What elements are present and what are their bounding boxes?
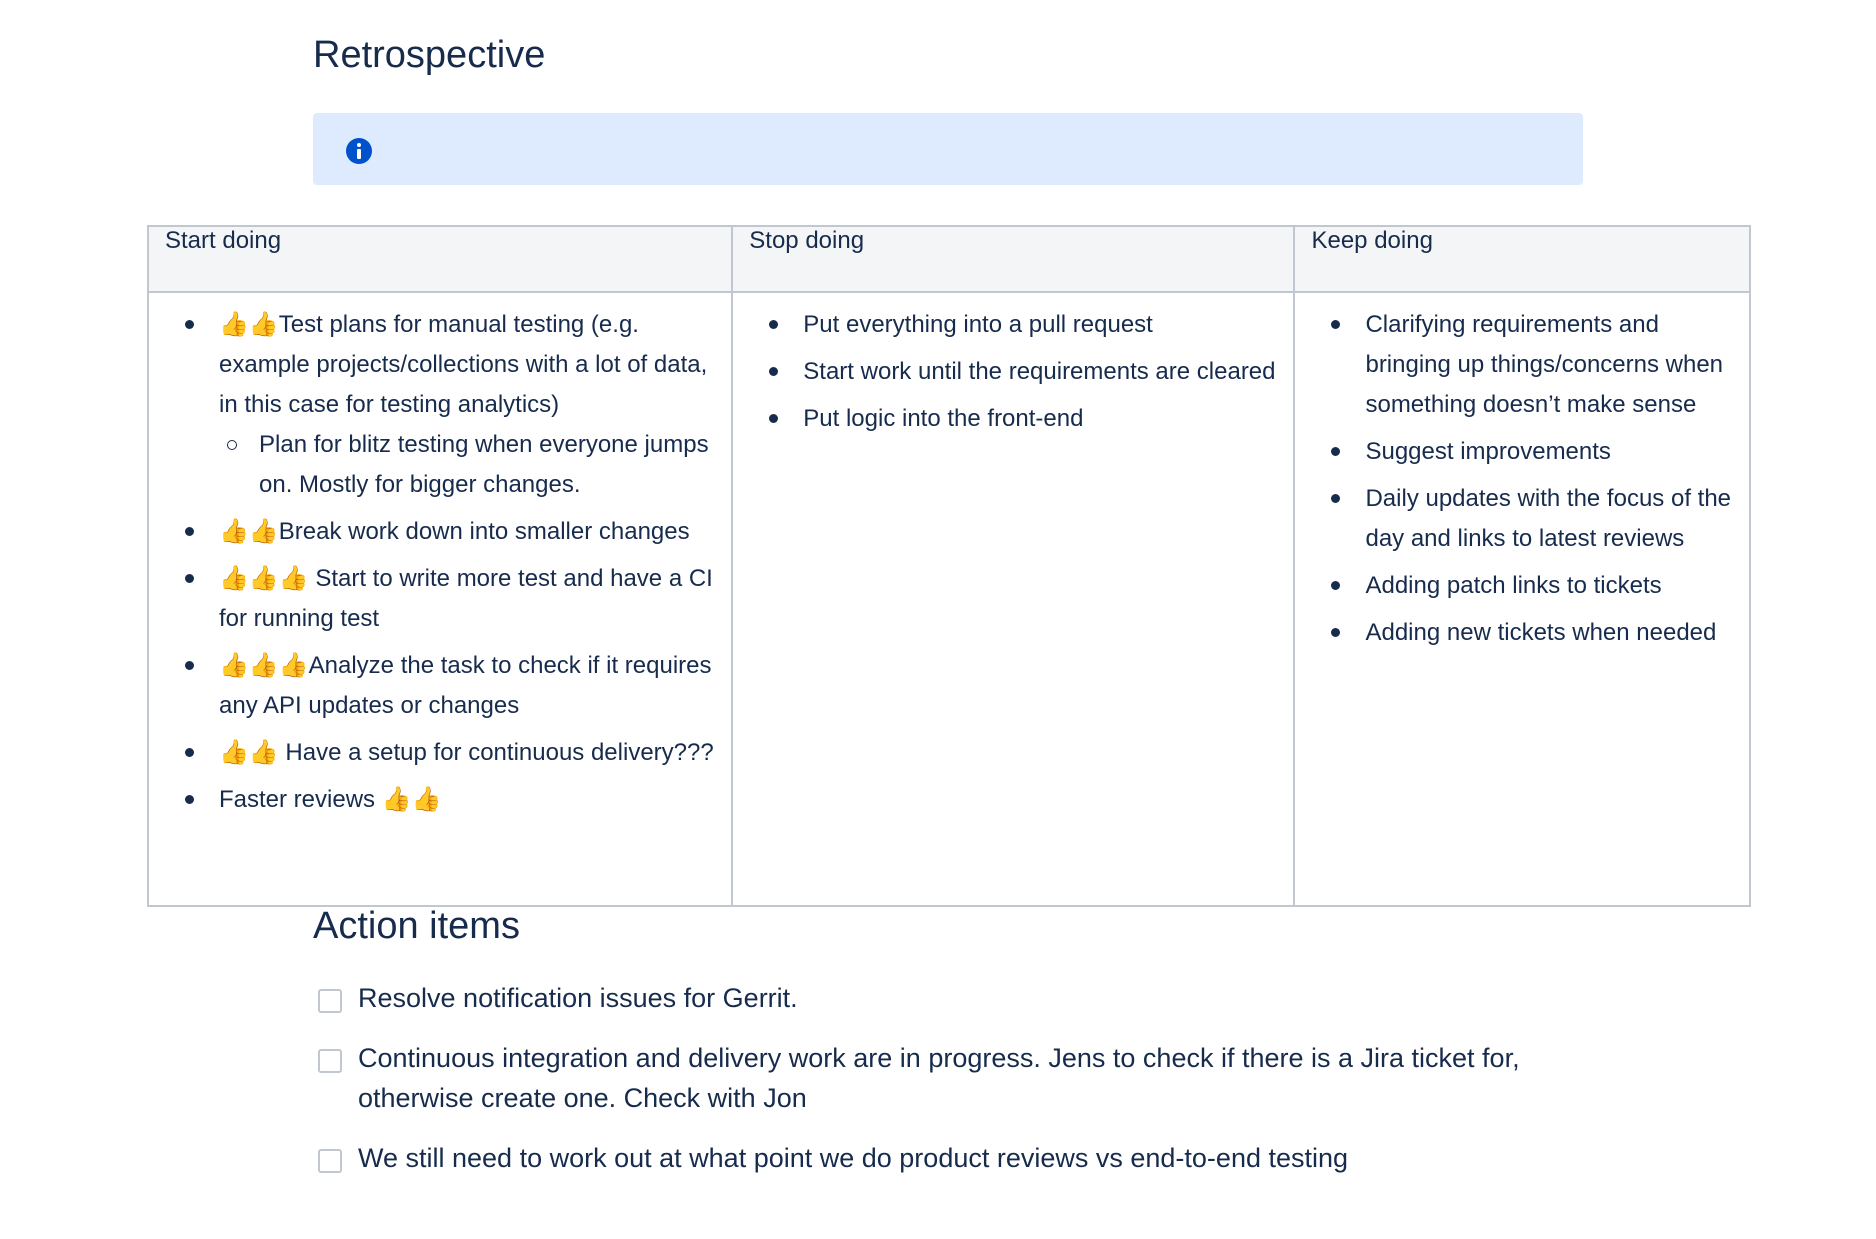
sub-list: Plan for blitz testing when everyone jum… [219, 425, 715, 505]
keep-doing-cell: Clarifying requirements and bringing up … [1293, 291, 1751, 907]
sub-list-item: Plan for blitz testing when everyone jum… [225, 425, 715, 505]
task-item: Resolve notification issues for Gerrit. [318, 978, 1618, 1018]
stop-doing-cell: Put everything into a pull request Start… [731, 291, 1296, 907]
list-item-text: 👍👍Test plans for manual testing (e.g. ex… [219, 311, 708, 418]
header-stop-doing: Stop doing [731, 225, 1296, 293]
task-checkbox[interactable] [318, 1149, 342, 1173]
list-item: 👍👍Test plans for manual testing (e.g. ex… [185, 305, 715, 505]
list-item: Clarifying requirements and bringing up … [1331, 305, 1733, 425]
list-item: 👍👍Break work down into smaller changes [185, 512, 715, 552]
list-item: Faster reviews 👍👍 [185, 780, 715, 820]
list-item: Start work until the requirements are cl… [769, 352, 1277, 392]
list-item: Adding patch links to tickets [1331, 566, 1733, 606]
table-header-row: Start doing Stop doing Keep doing [146, 225, 1751, 293]
task-checkbox[interactable] [318, 1049, 342, 1073]
table-row: 👍👍Test plans for manual testing (e.g. ex… [146, 291, 1751, 907]
list-item: 👍👍👍 Start to write more test and have a … [185, 559, 715, 639]
stop-doing-list: Put everything into a pull request Start… [749, 305, 1277, 439]
list-item: Adding new tickets when needed [1331, 613, 1733, 653]
task-text: Continuous integration and delivery work… [358, 1043, 1520, 1113]
info-panel [313, 113, 1583, 185]
list-item: Daily updates with the focus of the day … [1331, 479, 1733, 559]
list-item: Put logic into the front-end [769, 399, 1277, 439]
list-item: Suggest improvements [1331, 432, 1733, 472]
header-start-doing: Start doing [146, 225, 734, 293]
task-text: We still need to work out at what point … [358, 1143, 1349, 1173]
action-items-title: Action items [313, 905, 520, 947]
header-keep-doing: Keep doing [1293, 225, 1751, 293]
task-text: Resolve notification issues for Gerrit. [358, 983, 798, 1013]
page-title: Retrospective [313, 34, 546, 76]
start-doing-list: 👍👍Test plans for manual testing (e.g. ex… [165, 305, 715, 820]
start-doing-cell: 👍👍Test plans for manual testing (e.g. ex… [146, 291, 734, 907]
keep-doing-list: Clarifying requirements and bringing up … [1311, 305, 1733, 653]
list-item: Put everything into a pull request [769, 305, 1277, 345]
list-item: 👍👍 Have a setup for continuous delivery?… [185, 733, 715, 773]
list-item: 👍👍👍Analyze the task to check if it requi… [185, 646, 715, 726]
retrospective-table: Start doing Stop doing Keep doing 👍👍Test… [146, 225, 1751, 907]
action-items-list: Resolve notification issues for Gerrit. … [318, 978, 1618, 1198]
task-item: We still need to work out at what point … [318, 1138, 1618, 1178]
info-icon [346, 138, 372, 164]
task-item: Continuous integration and delivery work… [318, 1038, 1618, 1118]
task-checkbox[interactable] [318, 989, 342, 1013]
